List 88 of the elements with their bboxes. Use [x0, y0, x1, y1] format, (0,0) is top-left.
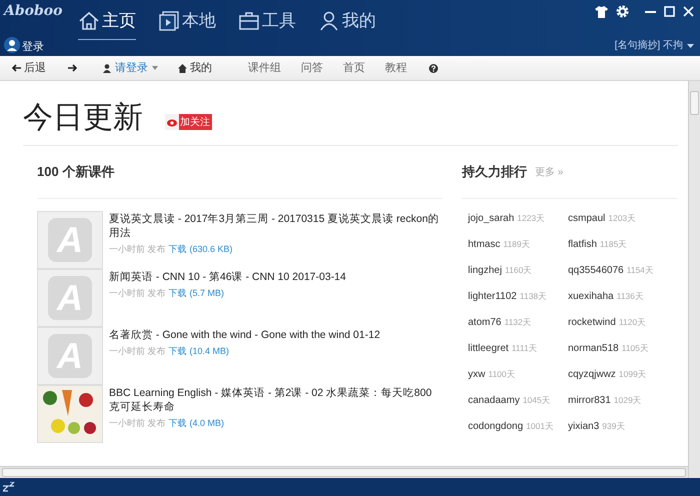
- day-count: 1111天: [512, 342, 538, 355]
- forward-button[interactable]: [68, 64, 77, 72]
- day-count: 1203天: [608, 212, 636, 225]
- user-name[interactable]: codongdong: [468, 419, 524, 434]
- follow-button[interactable]: 加关注: [165, 114, 212, 130]
- user-name[interactable]: lingzhej: [468, 263, 502, 278]
- download-link[interactable]: 下载 (630.6 KB): [168, 243, 233, 256]
- nav-tab[interactable]: 工具: [238, 8, 296, 40]
- briefcase-icon: [238, 10, 260, 31]
- publish-time: 一小时前 发布: [109, 243, 166, 256]
- course-title[interactable]: 新闻英语 - CNN 10 - 第46课 - CNN 10 2017-03-14: [109, 270, 346, 284]
- help-icon: [429, 64, 438, 72]
- day-count: 1120天: [618, 316, 646, 329]
- download-link[interactable]: 下载 (4.0 MB): [168, 417, 224, 430]
- nav-link[interactable]: 教程: [385, 60, 407, 76]
- day-count: 1105天: [622, 342, 649, 355]
- course-title[interactable]: 名著欣赏 - Gone with the wind - Gone with the wind 01-12: [109, 328, 380, 342]
- maximize-icon[interactable]: [664, 6, 675, 17]
- shirt-icon[interactable]: [595, 6, 608, 18]
- course-title[interactable]: BBC Learning English - 媒体英语 - 第2课 - 02 水果蔬菜：每天吃800克可延长寿命: [109, 386, 442, 414]
- help-button[interactable]: [429, 64, 438, 72]
- person-icon: [318, 10, 340, 31]
- day-count: 1189天: [503, 238, 531, 251]
- user-name[interactable]: mirror831: [568, 393, 611, 408]
- avatar-icon[interactable]: [4, 37, 20, 53]
- day-count: 1132天: [504, 316, 532, 329]
- nav-link[interactable]: 首页: [343, 60, 365, 76]
- caret-icon: [152, 66, 158, 70]
- user-name[interactable]: littleegret: [468, 341, 509, 356]
- nav-tab[interactable]: 主页: [78, 8, 136, 40]
- publish-time: 一小时前 发布: [109, 345, 166, 358]
- day-count: 1136天: [616, 290, 644, 303]
- user-name[interactable]: canadaamy: [468, 393, 520, 408]
- close-icon[interactable]: [683, 6, 694, 17]
- person-icon: [103, 64, 111, 72]
- day-count: 1100天: [488, 368, 516, 381]
- house-icon: [78, 10, 100, 31]
- user-name[interactable]: jojo_sarah: [468, 211, 514, 226]
- horizontal-scrollbar[interactable]: [0, 466, 688, 478]
- right-arrow-icon: [68, 64, 77, 72]
- back-button[interactable]: 后退: [12, 60, 46, 76]
- download-link[interactable]: 下载 (5.7 MB): [168, 287, 224, 300]
- day-count: 1223天: [517, 212, 546, 225]
- nav-tab[interactable]: 我的: [318, 8, 376, 40]
- day-count: 939天: [602, 420, 626, 433]
- sleep-icon[interactable]: [3, 482, 15, 492]
- quote-dropdown[interactable]: [名句摘抄] 不拘: [614, 38, 694, 53]
- settings-icon[interactable]: [616, 5, 629, 18]
- user-name[interactable]: atom76: [468, 315, 502, 330]
- day-count: 1138天: [520, 290, 548, 303]
- section-heading: 100 个新课件: [37, 163, 114, 182]
- publish-time: 一小时前 发布: [109, 287, 166, 300]
- day-count: 1045天: [522, 394, 551, 407]
- caret-icon: [687, 44, 694, 48]
- section-heading: 持久力排行: [462, 163, 527, 182]
- user-name[interactable]: xuexihaha: [568, 289, 614, 304]
- app-logo: Aboboo: [4, 2, 62, 21]
- user-name[interactable]: htmasc: [468, 237, 500, 252]
- user-name[interactable]: norman518: [568, 341, 619, 356]
- course-title[interactable]: 夏说英文晨读 - 2017年3月第三周 - 20170315 夏说英文晨读 reckon的用法: [109, 212, 442, 240]
- vertical-scrollbar[interactable]: [688, 81, 700, 478]
- house-icon: [178, 64, 187, 72]
- page-title: 今日更新: [23, 103, 143, 133]
- nav-link[interactable]: 问答: [301, 60, 323, 76]
- left-arrow-icon: [12, 64, 21, 72]
- day-count: 1099天: [618, 368, 647, 381]
- user-name[interactable]: lighter1102: [468, 289, 517, 304]
- day-count: 1154天: [626, 264, 654, 277]
- login-link[interactable]: 登录: [22, 42, 44, 53]
- login-dropdown[interactable]: 请登录: [103, 60, 158, 76]
- day-count: 1001天: [526, 420, 554, 433]
- user-name[interactable]: qq35546076: [568, 263, 624, 278]
- home-link[interactable]: 我的: [178, 60, 212, 76]
- publish-time: 一小时前 发布: [109, 417, 166, 430]
- user-name[interactable]: flatfish: [568, 237, 597, 252]
- download-link[interactable]: 下载 (10.4 MB): [168, 345, 230, 358]
- user-name[interactable]: yixian3: [568, 419, 600, 434]
- video-file-icon: [158, 10, 180, 31]
- user-name[interactable]: rocketwind: [568, 315, 616, 330]
- day-count: 1185天: [600, 238, 628, 251]
- user-name[interactable]: cqyzqjwwz: [568, 367, 616, 382]
- nav-tab[interactable]: 本地: [158, 8, 216, 40]
- day-count: 1160天: [504, 264, 532, 277]
- nav-link[interactable]: 课件组: [248, 60, 281, 76]
- user-name[interactable]: csmpaul: [568, 211, 606, 226]
- eye-icon: [165, 114, 179, 130]
- user-name[interactable]: yxw: [468, 367, 486, 382]
- day-count: 1029天: [614, 394, 642, 407]
